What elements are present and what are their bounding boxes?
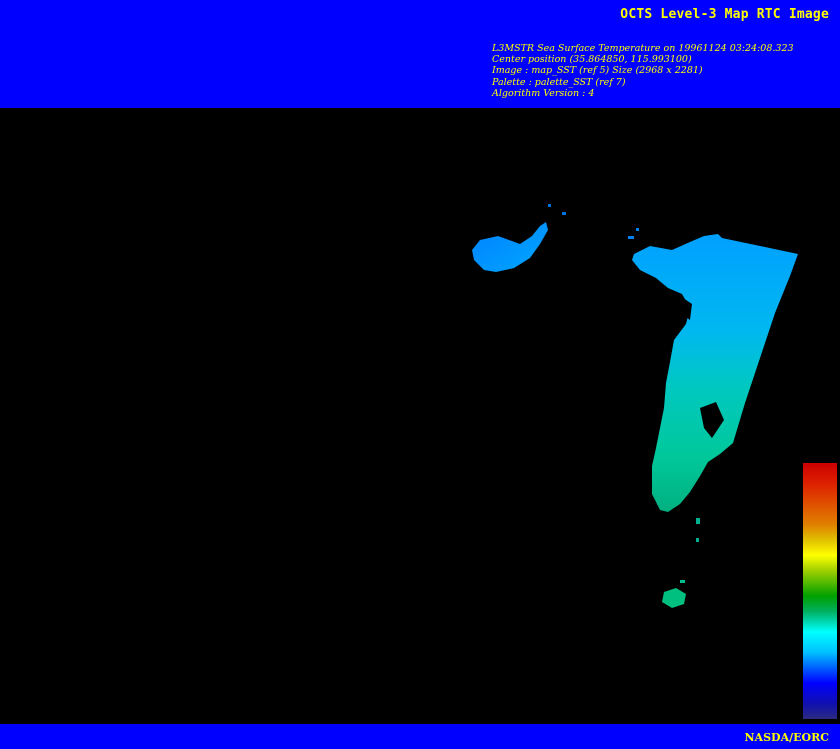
- footer-banner: NASDA/EORC: [0, 724, 840, 749]
- sst-fragment: [680, 580, 685, 583]
- header-banner: OCTS Level-3 Map RTC Image L3MSTR Sea Su…: [0, 0, 840, 108]
- metadata-center-line: Center position (35.864850, 115.993100): [492, 54, 692, 66]
- image-metadata: L3MSTR Sea Surface Temperature on 199611…: [492, 43, 794, 99]
- sst-map-canvas: [472, 204, 798, 608]
- sst-fragment: [562, 212, 566, 215]
- metadata-algorithm-line: Algorithm Version : 4: [492, 87, 595, 99]
- sst-swath-main: [632, 234, 798, 512]
- sst-fragment: [696, 518, 700, 524]
- credit-label: NASDA/EORC: [744, 731, 830, 744]
- sst-color-scale-bar: [803, 463, 837, 719]
- metadata-palette-line: Palette : palette_SST (ref 7): [492, 76, 626, 88]
- image-title: OCTS Level-3 Map RTC Image: [620, 7, 829, 22]
- metadata-image-line: Image : map_SST (ref 5) Size (2968 x 228…: [492, 65, 703, 77]
- metadata-product-line: L3MSTR Sea Surface Temperature on 199611…: [492, 43, 794, 54]
- sst-patch-gulf: [472, 222, 548, 272]
- sst-fragment: [636, 228, 639, 231]
- sst-patch-south: [662, 588, 686, 608]
- sst-fragment: [628, 236, 634, 239]
- sst-fragment: [548, 204, 551, 207]
- sst-map-image: [0, 108, 840, 724]
- sst-fragment: [696, 538, 699, 542]
